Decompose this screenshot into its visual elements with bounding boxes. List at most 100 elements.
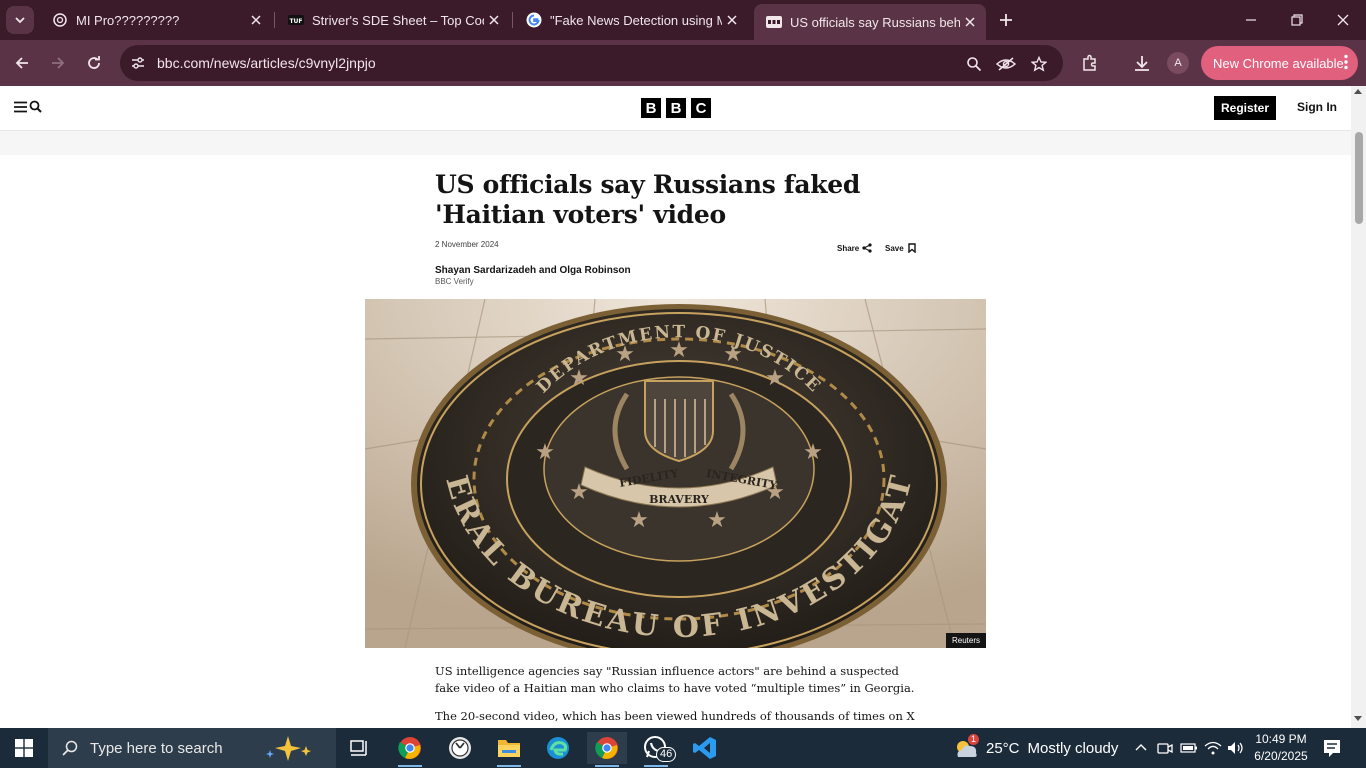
weather-badge: 1 [968, 734, 980, 745]
taskbar-chrome-profile[interactable] [390, 732, 430, 767]
share-button[interactable]: Share [837, 243, 872, 253]
article-paragraph: US intelligence agencies say "Russian in… [435, 664, 915, 695]
task-view-icon [350, 740, 367, 756]
address-bar[interactable]: bbc.com/news/articles/c9vnyl2jnpjo [120, 45, 1063, 81]
extensions-button[interactable] [1075, 48, 1105, 78]
svg-text:★: ★ [535, 440, 555, 465]
tab-search-button[interactable] [6, 6, 34, 34]
start-button[interactable] [0, 728, 48, 768]
taskbar-edge[interactable] [538, 732, 578, 764]
notification-icon [1324, 740, 1340, 757]
close-icon [1337, 14, 1349, 26]
wifi-icon[interactable] [1203, 738, 1223, 758]
google-icon [526, 12, 542, 28]
close-tab-icon[interactable] [246, 10, 266, 30]
svg-text:TUF: TUF [289, 18, 302, 25]
temperature: 25°C [986, 739, 1020, 757]
bbc-header: B B C Register Sign In [0, 86, 1351, 131]
tab-separator [512, 12, 513, 28]
byline-organization: BBC Verify [435, 277, 474, 286]
restore-icon [1291, 14, 1303, 26]
new-tab-button[interactable] [992, 8, 1020, 32]
task-view-button[interactable] [340, 732, 380, 764]
tuf-icon: TUF [288, 12, 304, 28]
forward-button[interactable] [43, 48, 73, 78]
taskbar-vscode[interactable] [685, 732, 725, 764]
bbc-logo[interactable]: B B C [641, 98, 711, 118]
article-date: 2 November 2024 [435, 240, 499, 249]
volume-icon[interactable] [1226, 738, 1246, 758]
chevron-up-icon [1135, 744, 1147, 751]
puzzle-icon [1083, 54, 1096, 71]
bookmark-icon [907, 243, 916, 253]
battery-icon[interactable] [1179, 738, 1199, 758]
copilot-sparkle-icon [266, 736, 311, 761]
tab-bbc-article[interactable]: US officials say Russians behind [754, 4, 986, 40]
tab-strivers-sheet[interactable]: TUF Striver's SDE Sheet – Top Coding [276, 4, 510, 36]
close-tab-icon[interactable] [484, 10, 504, 30]
more-vert-icon [1344, 54, 1348, 70]
taskbar-clock-app[interactable] [440, 732, 480, 764]
taskbar-file-explorer[interactable] [489, 732, 529, 767]
tab-mi-pro[interactable]: MI Pro????????? [40, 4, 272, 36]
windows-taskbar: Type here to search 46 1 25°C Mostly clo… [0, 728, 1366, 768]
zoom-icon[interactable] [963, 53, 985, 75]
restore-button[interactable] [1274, 0, 1320, 40]
weather-text: Mostly cloudy [1027, 739, 1119, 757]
close-tab-icon[interactable] [722, 10, 742, 30]
reload-button[interactable] [79, 48, 109, 78]
save-label: Save [885, 243, 904, 253]
sign-in-link[interactable]: Sign In [1297, 100, 1337, 114]
minimize-button[interactable] [1228, 0, 1274, 40]
search-placeholder: Type here to search [90, 739, 223, 757]
taskbar-chrome-active[interactable] [587, 732, 627, 767]
show-hidden-icons-button[interactable] [1131, 738, 1151, 758]
webpage-viewport: B B C Register Sign In US officials say … [0, 86, 1351, 728]
close-window-button[interactable] [1320, 0, 1366, 40]
bookmark-star-icon[interactable] [1028, 53, 1050, 75]
taskbar-whatsapp[interactable]: 46 [636, 732, 677, 767]
eye-off-icon[interactable] [995, 53, 1017, 75]
fbi-seal-image: ★ ★ ★ ★ ★ ★ ★ ★ ★ ★ ★ FIDELITY BRAVERY INTEGRI… [365, 299, 986, 648]
new-chrome-available-button[interactable]: New Chrome available [1201, 46, 1358, 80]
windows-logo-icon [15, 739, 33, 757]
back-button[interactable] [7, 48, 37, 78]
system-clock[interactable]: 10:49 PM 6/20/2025 [1253, 731, 1309, 765]
edge-icon [547, 737, 569, 759]
notification-center-button[interactable] [1322, 738, 1342, 763]
scroll-thumb[interactable] [1355, 132, 1363, 224]
meet-now-icon[interactable] [1155, 738, 1175, 758]
save-button[interactable]: Save [885, 243, 916, 253]
forward-arrow-icon [52, 57, 65, 69]
profile-avatar[interactable]: A [1167, 52, 1189, 74]
downloads-button[interactable] [1127, 48, 1157, 78]
taskbar-search[interactable]: Type here to search [48, 728, 336, 768]
bbc-logo-letter: B [666, 98, 686, 118]
chrome-icon [398, 737, 421, 759]
plus-icon [1000, 14, 1012, 26]
tab-title: Striver's SDE Sheet – Top Coding [312, 12, 484, 28]
share-label: Share [837, 243, 860, 253]
tab-title: US officials say Russians behind [790, 14, 960, 30]
seal-ribbon-center: BRAVERY [649, 493, 709, 506]
tab-fake-news-search[interactable]: "Fake News Detection using Mu [514, 4, 748, 36]
search-icon [62, 740, 78, 756]
weather-widget[interactable]: 1 25°C Mostly cloudy [952, 728, 1118, 768]
article-headline: US officials say Russians faked 'Haitian… [435, 170, 861, 229]
new-chrome-label: New Chrome available [1213, 55, 1344, 71]
register-button[interactable]: Register [1214, 96, 1276, 120]
page-scrollbar[interactable] [1351, 86, 1366, 728]
hamburger-menu-icon [14, 101, 27, 112]
chrome-icon [595, 737, 618, 759]
article-byline: Shayan Sardarizadeh and Olga Robinson [435, 265, 631, 276]
site-info-icon[interactable] [128, 53, 148, 73]
scroll-up-arrow-icon[interactable] [1354, 89, 1362, 94]
clock-time: 10:49 PM [1255, 732, 1307, 746]
bbc-logo-letter: C [691, 98, 711, 118]
scroll-down-arrow-icon[interactable] [1354, 716, 1362, 721]
openai-icon [52, 12, 68, 28]
menu-search-button[interactable] [14, 100, 42, 113]
whatsapp-badge: 46 [656, 747, 677, 762]
close-tab-icon[interactable] [960, 12, 980, 32]
minimize-icon [1246, 19, 1256, 21]
